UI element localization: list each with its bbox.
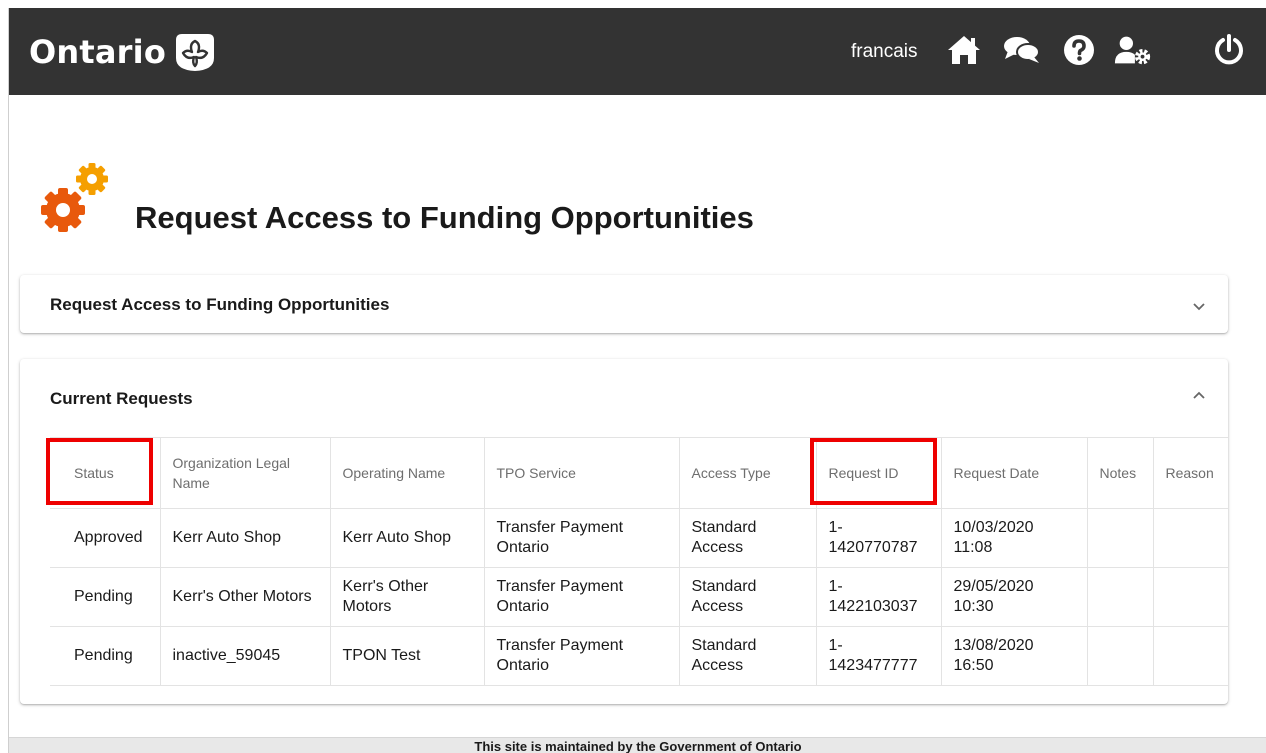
chevron-down-icon[interactable] [1192,299,1206,313]
request-access-panel-title: Request Access to Funding Opportunities [50,295,390,314]
cell-operating-name: Kerr's Other Motors [330,567,485,627]
column-header-tpo-service[interactable]: TPO Service [484,437,680,509]
cell-request-date: 13/08/2020 16:50 [941,626,1088,686]
cell-access-type: Standard Access [679,567,817,627]
cell-request-id: 1-1423477777 [816,626,942,686]
table-row[interactable]: Pending Kerr's Other Motors Kerr's Other… [50,567,1228,627]
cell-tpo-service: Transfer Payment Ontario [484,567,680,627]
user-settings-icon[interactable] [1113,30,1153,70]
ontario-logo[interactable]: Ontario [29,30,216,74]
footer-text: This site is maintained by the Governmen… [474,739,802,753]
cell-status: Approved [50,508,161,568]
cell-reason [1153,508,1228,568]
current-requests-panel: Current Requests Status Organization Leg… [20,359,1228,704]
gears-icon [41,163,108,232]
cell-access-type: Standard Access [679,626,817,686]
cell-notes [1087,508,1154,568]
column-header-organization-legal-name[interactable]: Organization Legal Name [160,437,331,509]
cell-request-date: 10/03/2020 11:08 [941,508,1088,568]
page-title: Request Access to Funding Opportunities [135,200,754,235]
cell-request-id: 1-1420770787 [816,508,942,568]
column-header-request-date[interactable]: Request Date [941,437,1088,509]
cell-tpo-service: Transfer Payment Ontario [484,508,680,568]
chevron-up-icon[interactable] [1192,389,1206,403]
column-header-status[interactable]: Status [50,437,161,509]
page-frame: Ontario francais Request Access to Fundi… [8,8,1266,753]
cell-reason [1153,567,1228,627]
chat-icon[interactable] [1002,30,1042,70]
column-header-request-id[interactable]: Request ID [816,437,942,509]
table-row[interactable]: Pending inactive_59045 TPON Test Transfe… [50,626,1228,686]
table-row[interactable]: Approved Kerr Auto Shop Kerr Auto Shop T… [50,508,1228,568]
cell-organization-legal-name: Kerr's Other Motors [160,567,331,627]
trillium-icon [176,34,215,71]
current-requests-table: Status Organization Legal Name Operating… [50,437,1228,686]
column-header-reason[interactable]: Reason [1153,437,1228,509]
column-header-operating-name[interactable]: Operating Name [330,437,485,509]
cell-operating-name: TPON Test [330,626,485,686]
column-header-notes[interactable]: Notes [1087,437,1154,509]
brand-wordmark: Ontario [29,33,167,71]
cell-request-date: 29/05/2020 10:30 [941,567,1088,627]
cell-notes [1087,626,1154,686]
help-icon[interactable] [1059,30,1099,70]
cell-reason [1153,626,1228,686]
home-icon[interactable] [944,30,984,70]
cell-status: Pending [50,567,161,627]
power-icon[interactable] [1209,30,1249,70]
cell-organization-legal-name: Kerr Auto Shop [160,508,331,568]
cell-organization-legal-name: inactive_59045 [160,626,331,686]
cell-access-type: Standard Access [679,508,817,568]
language-toggle-link[interactable]: francais [851,41,918,63]
cell-request-id: 1-1422103037 [816,567,942,627]
current-requests-panel-title: Current Requests [50,389,193,408]
request-access-panel[interactable]: Request Access to Funding Opportunities [20,275,1228,333]
cell-status: Pending [50,626,161,686]
cell-operating-name: Kerr Auto Shop [330,508,485,568]
cell-tpo-service: Transfer Payment Ontario [484,626,680,686]
table-header-row: Status Organization Legal Name Operating… [50,437,1228,509]
cell-notes [1087,567,1154,627]
column-header-access-type[interactable]: Access Type [679,437,817,509]
top-navigation-bar: Ontario francais [9,8,1266,95]
